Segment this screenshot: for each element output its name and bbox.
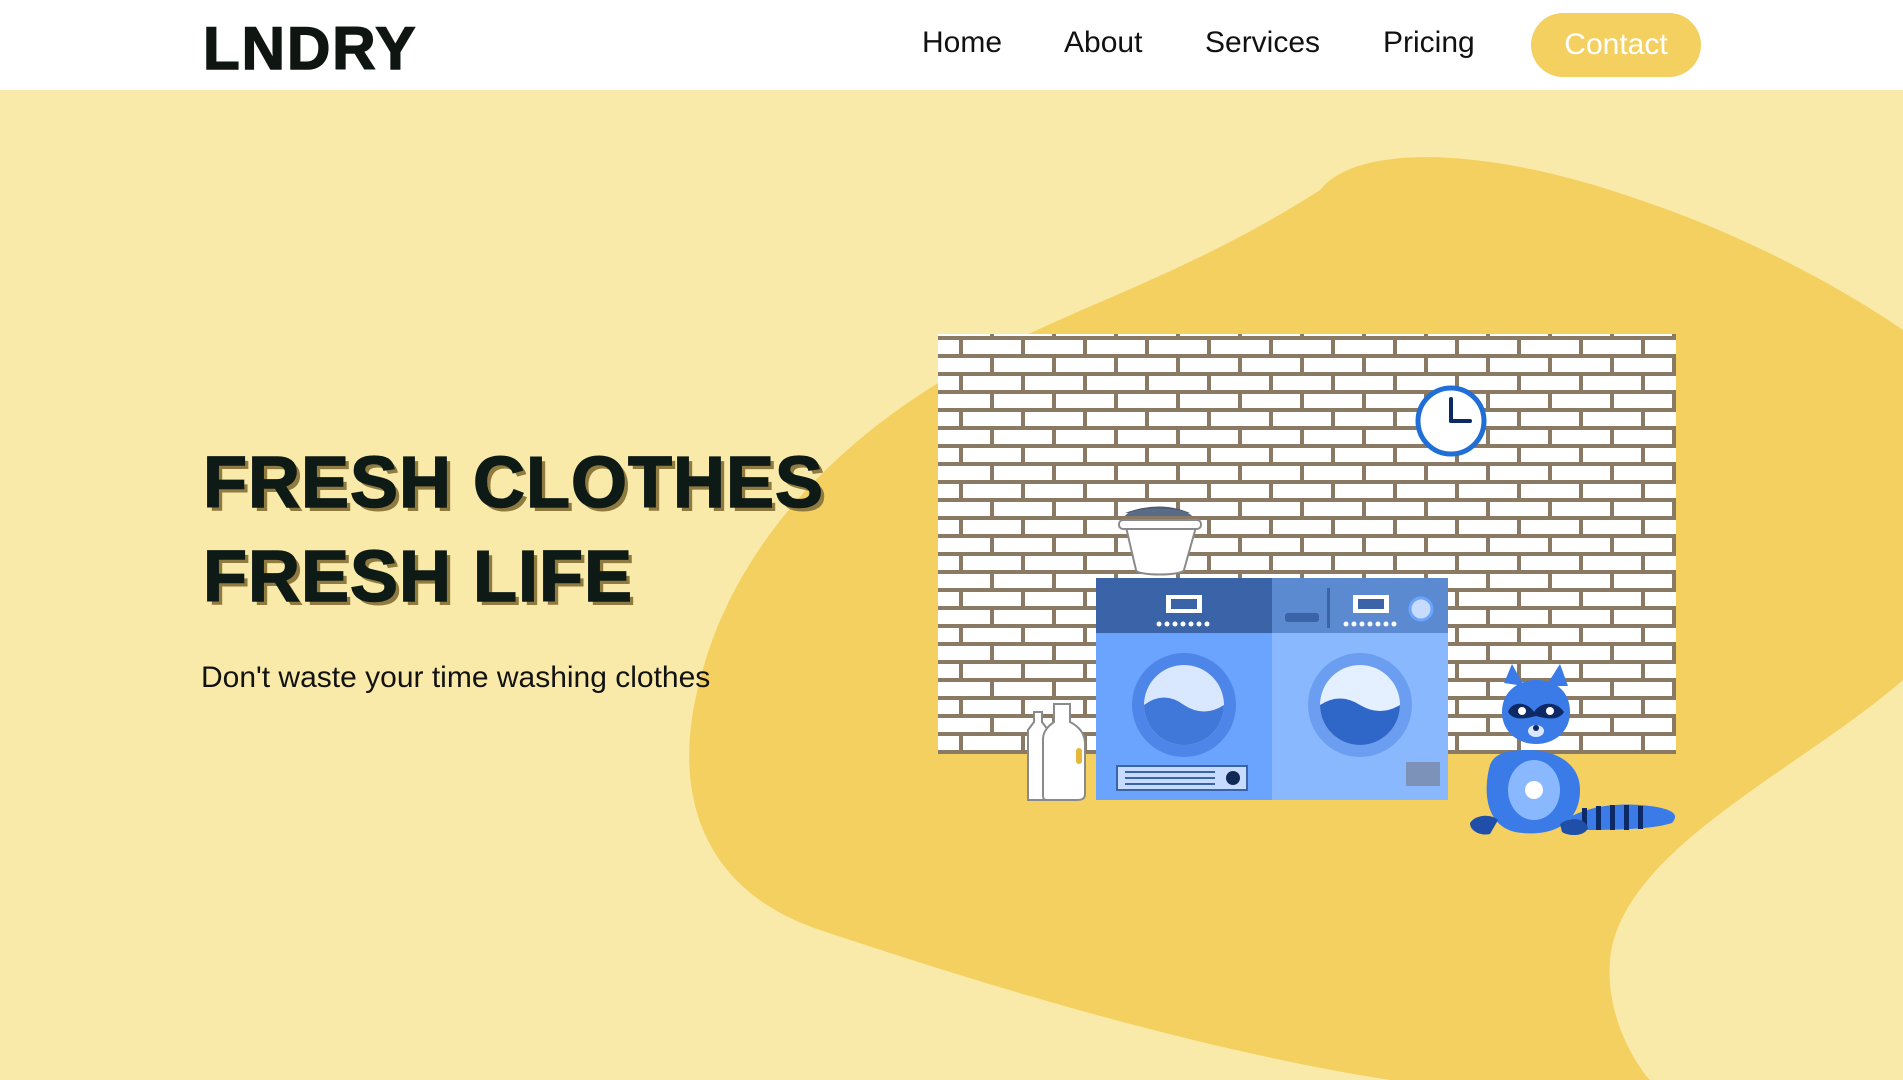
dryer-icon (1272, 578, 1448, 800)
hero-subtitle: Don't waste your time washing clothes (201, 661, 711, 694)
nav-services-link[interactable]: Services (1205, 26, 1320, 60)
hero-headline-line1: FRESH CLOTHES (202, 442, 825, 524)
hero-headline-line2: FRESH LIFE (202, 536, 634, 618)
nav-about-link[interactable]: About (1064, 26, 1142, 60)
site-logo[interactable]: LNDRY (202, 14, 417, 83)
washing-machine-icon (1096, 578, 1272, 800)
laundry-illustration (938, 334, 1676, 836)
nav-home-link[interactable]: Home (922, 26, 1002, 60)
contact-button[interactable]: Contact (1531, 13, 1701, 77)
navbar: LNDRY Home About Services Pricing Contac… (0, 0, 1903, 90)
nav-pricing-link[interactable]: Pricing (1383, 26, 1475, 60)
wall-clock-icon (1415, 385, 1487, 457)
